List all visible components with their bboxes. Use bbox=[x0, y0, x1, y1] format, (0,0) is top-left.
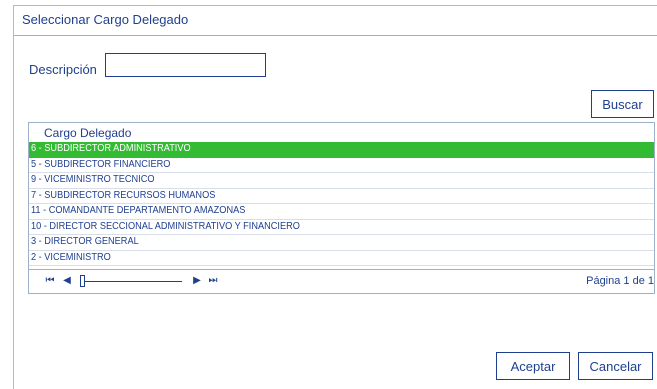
table-row[interactable]: 10 - DIRECTOR SECCIONAL ADMINISTRATIVO Y… bbox=[29, 220, 654, 235]
first-page-icon[interactable]: ⏮ bbox=[44, 275, 56, 287]
search-button[interactable]: Buscar bbox=[591, 90, 654, 118]
row-label: 5 - SUBDIRECTOR FINANCIERO bbox=[31, 158, 171, 170]
grid-pager: ⏮ ◀ ▶ ⏭ Página 1 de 1 bbox=[29, 269, 654, 293]
next-page-icon[interactable]: ▶ bbox=[191, 275, 203, 287]
row-label: 9 - VICEMINISTRO TECNICO bbox=[31, 174, 155, 185]
table-row[interactable]: 5 - SUBDIRECTOR FINANCIERO bbox=[29, 158, 654, 173]
cargo-grid: Cargo Delegado 6 - SUBDIRECTOR ADMINISTR… bbox=[28, 122, 655, 294]
page-slider-thumb[interactable] bbox=[80, 275, 85, 287]
dialog-title: Seleccionar Cargo Delegado bbox=[22, 12, 189, 27]
page-slider-track[interactable] bbox=[82, 281, 182, 282]
accept-button[interactable]: Aceptar bbox=[496, 352, 570, 380]
grid-header[interactable]: Cargo Delegado bbox=[29, 123, 654, 142]
row-label: 11 - COMANDANTE DEPARTAMENTO AMAZONAS bbox=[31, 205, 246, 216]
prev-page-icon[interactable]: ◀ bbox=[61, 275, 73, 287]
table-row[interactable]: 6 - SUBDIRECTOR ADMINISTRATIVO bbox=[29, 142, 654, 158]
table-row[interactable]: 2 - VICEMINISTRO bbox=[29, 251, 654, 266]
column-header-cargo-delegado: Cargo Delegado bbox=[44, 126, 132, 140]
table-row[interactable]: 9 - VICEMINISTRO TECNICO bbox=[29, 173, 654, 189]
select-cargo-dialog: Seleccionar Cargo Delegado Descripción B… bbox=[13, 5, 657, 389]
last-page-icon[interactable]: ⏭ bbox=[207, 275, 219, 287]
row-label: 6 - SUBDIRECTOR ADMINISTRATIVO bbox=[31, 143, 191, 154]
description-label: Descripción bbox=[29, 62, 97, 77]
description-input[interactable] bbox=[105, 53, 266, 77]
table-row[interactable]: 7 - SUBDIRECTOR RECURSOS HUMANOS bbox=[29, 189, 654, 204]
page-info: Página 1 de 1 bbox=[586, 275, 654, 287]
row-label: 10 - DIRECTOR SECCIONAL ADMINISTRATIVO Y… bbox=[31, 220, 300, 232]
table-row[interactable]: 11 - COMANDANTE DEPARTAMENTO AMAZONAS bbox=[29, 204, 654, 220]
dialog-titlebar: Seleccionar Cargo Delegado bbox=[14, 6, 657, 36]
row-label: 3 - DIRECTOR GENERAL bbox=[31, 236, 139, 247]
row-label: 2 - VICEMINISTRO bbox=[31, 251, 111, 263]
row-label: 7 - SUBDIRECTOR RECURSOS HUMANOS bbox=[31, 189, 216, 201]
table-row[interactable]: 3 - DIRECTOR GENERAL bbox=[29, 235, 654, 251]
cancel-button[interactable]: Cancelar bbox=[578, 352, 653, 380]
